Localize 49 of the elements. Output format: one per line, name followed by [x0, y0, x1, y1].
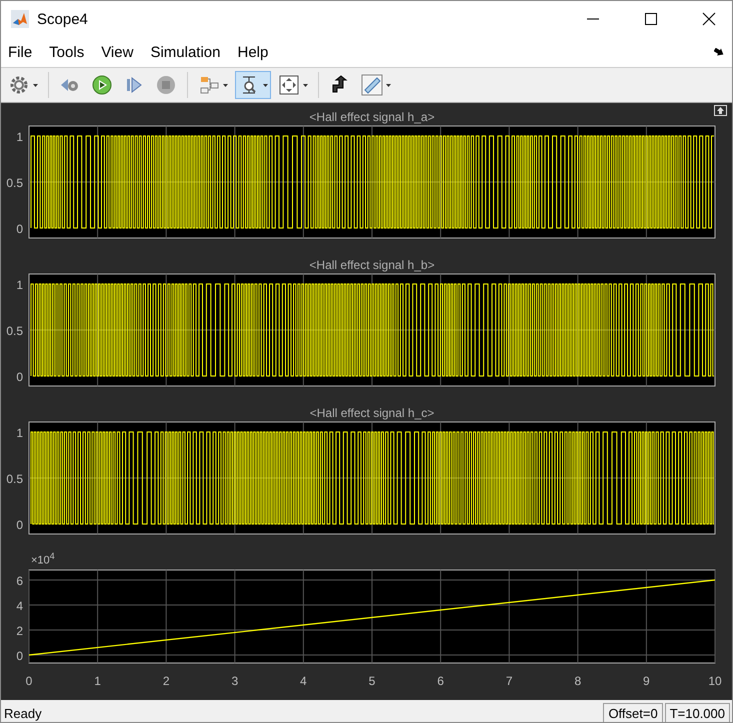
- tick-label: 2: [162, 674, 170, 688]
- tick-label: 7: [506, 674, 513, 688]
- tick-label: 0: [16, 518, 23, 532]
- tick-label: 5: [368, 674, 376, 688]
- zoom-button[interactable]: [235, 71, 271, 99]
- menu-item[interactable]: Tools: [49, 44, 84, 60]
- play-icon: [91, 74, 113, 96]
- status-field: T=10.000: [664, 702, 730, 722]
- blocks-icon: [198, 74, 220, 96]
- exponent-label: ×10$^{4}$: [31, 551, 55, 567]
- menu-item[interactable]: Help: [238, 44, 268, 60]
- app-logo-icon: [11, 10, 29, 28]
- tick-label: 1: [16, 130, 23, 144]
- tick-label: 6: [16, 574, 23, 588]
- maximize-icon[interactable]: [644, 12, 658, 26]
- plot-title: <Hall effect signal h_c>: [310, 406, 434, 420]
- plot-title: <Hall effect signal h_b>: [309, 258, 435, 272]
- plot-title: <Hall effect signal h_a>: [309, 110, 435, 124]
- status-message: Ready: [4, 706, 42, 720]
- menu-item[interactable]: Simulation: [150, 44, 220, 60]
- tick-label: 2: [16, 624, 23, 638]
- menu-item[interactable]: View: [101, 44, 134, 60]
- tick-label: 8: [574, 674, 582, 688]
- tick-label: 9: [643, 674, 650, 688]
- tick-label: 0: [16, 649, 23, 663]
- gear-icon: [8, 74, 30, 96]
- tick-label: 4: [16, 599, 23, 613]
- fit-to-view-icon: [278, 74, 300, 96]
- tick-label: 0: [26, 674, 32, 688]
- window-title: Scope4: [37, 10, 88, 28]
- tick-label: 4: [300, 674, 307, 688]
- dock-arrow-icon[interactable]: [714, 48, 724, 56]
- tick-label: 0.5: [6, 472, 23, 486]
- ruler-icon: [361, 74, 383, 96]
- tick-label: 0: [16, 370, 23, 384]
- undock-icon[interactable]: [714, 105, 727, 116]
- tick-label: 1: [94, 674, 101, 688]
- close-icon[interactable]: [702, 12, 716, 26]
- menu-item[interactable]: File: [8, 44, 32, 60]
- status-field: Offset=0: [603, 702, 663, 722]
- tick-label: 1: [16, 278, 23, 292]
- tick-label: 3: [231, 674, 238, 688]
- stop-icon: [155, 74, 177, 96]
- tick-label: 6: [437, 674, 444, 688]
- tick-label: 0.5: [6, 324, 23, 338]
- tick-label: 0: [16, 222, 23, 236]
- tick-label: 1: [16, 426, 23, 440]
- tick-label: 10: [708, 674, 722, 688]
- tick-label: 0.5: [6, 176, 23, 190]
